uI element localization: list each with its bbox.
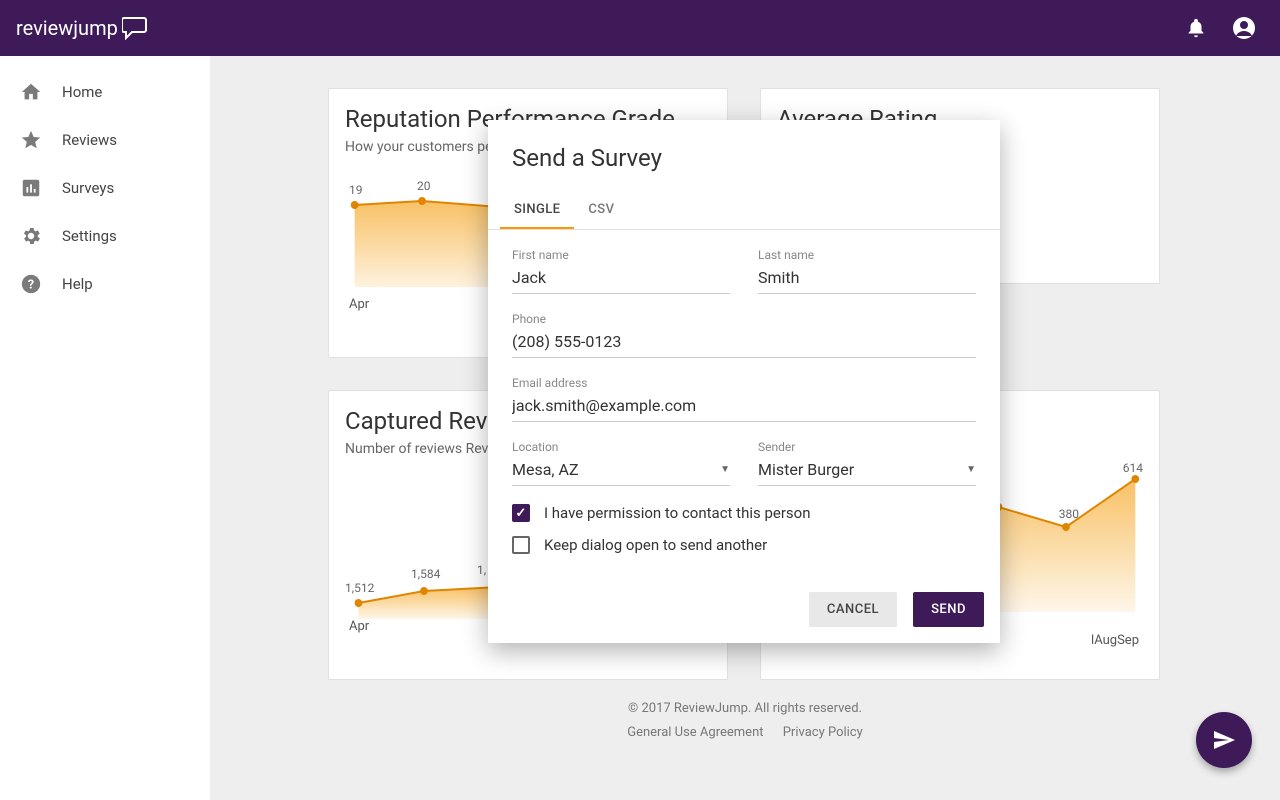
cancel-button[interactable]: CANCEL [809, 592, 897, 627]
dialog-title: Send a Survey [512, 144, 976, 172]
select-value: Mister Burger [758, 460, 854, 479]
checkbox-label: I have permission to contact this person [544, 504, 811, 522]
field-label: Location [512, 440, 730, 454]
sidebar-item-label: Reviews [62, 131, 117, 149]
send-survey-dialog: Send a Survey SINGLE CSV First name Last… [488, 120, 1000, 643]
field-label: Email address [512, 376, 976, 390]
location-field: Location Mesa, AZ ▼ [512, 440, 730, 486]
bell-icon [1185, 17, 1207, 39]
sidebar-item-label: Help [62, 275, 93, 293]
checkbox-icon [512, 536, 530, 554]
sender-field: Sender Mister Burger ▼ [758, 440, 976, 486]
account-icon [1232, 16, 1256, 40]
sidebar: Home Reviews Surveys Settings ? Help [0, 56, 210, 800]
star-icon [20, 129, 42, 151]
chevron-down-icon: ▼ [720, 464, 730, 475]
sidebar-item-surveys[interactable]: Surveys [0, 164, 210, 212]
last-name-input[interactable] [758, 264, 976, 294]
sidebar-item-reviews[interactable]: Reviews [0, 116, 210, 164]
notifications-button[interactable] [1176, 8, 1216, 48]
sender-select[interactable]: Mister Burger ▼ [758, 456, 976, 486]
phone-input[interactable] [512, 328, 976, 358]
checkbox-label: Keep dialog open to send another [544, 536, 767, 554]
account-button[interactable] [1224, 8, 1264, 48]
chevron-down-icon: ▼ [966, 464, 976, 475]
select-value: Mesa, AZ [512, 460, 579, 479]
send-icon [1212, 728, 1236, 752]
field-label: Phone [512, 312, 976, 326]
phone-field: Phone [512, 312, 976, 358]
top-bar: reviewjump [0, 0, 1280, 56]
field-label: First name [512, 248, 730, 262]
home-icon [20, 81, 42, 103]
brand-text: reviewjump [16, 16, 118, 40]
send-fab[interactable] [1196, 712, 1252, 768]
tab-csv[interactable]: CSV [574, 192, 628, 229]
sidebar-item-settings[interactable]: Settings [0, 212, 210, 260]
email-input[interactable] [512, 392, 976, 422]
sidebar-item-home[interactable]: Home [0, 68, 210, 116]
svg-text:?: ? [28, 278, 34, 293]
field-label: Last name [758, 248, 976, 262]
sidebar-item-label: Surveys [62, 179, 114, 197]
bar-icon [20, 177, 42, 199]
first-name-input[interactable] [512, 264, 730, 294]
dialog-tabs: SINGLE CSV [488, 192, 1000, 230]
first-name-field: First name [512, 248, 730, 294]
permission-checkbox[interactable]: I have permission to contact this person [512, 504, 976, 522]
keep-open-checkbox[interactable]: Keep dialog open to send another [512, 536, 976, 554]
send-button[interactable]: SEND [913, 592, 984, 627]
sidebar-item-label: Settings [62, 227, 117, 245]
logo: reviewjump [16, 16, 150, 40]
gear-icon [20, 225, 42, 247]
sidebar-item-label: Home [62, 83, 102, 101]
sidebar-item-help[interactable]: ? Help [0, 260, 210, 308]
dialog-actions: CANCEL SEND [488, 580, 1000, 643]
logo-bubble-icon [122, 16, 150, 40]
checkbox-icon [512, 504, 530, 522]
help-icon: ? [20, 273, 42, 295]
last-name-field: Last name [758, 248, 976, 294]
field-label: Sender [758, 440, 976, 454]
location-select[interactable]: Mesa, AZ ▼ [512, 456, 730, 486]
email-field: Email address [512, 376, 976, 422]
tab-single[interactable]: SINGLE [500, 192, 574, 229]
